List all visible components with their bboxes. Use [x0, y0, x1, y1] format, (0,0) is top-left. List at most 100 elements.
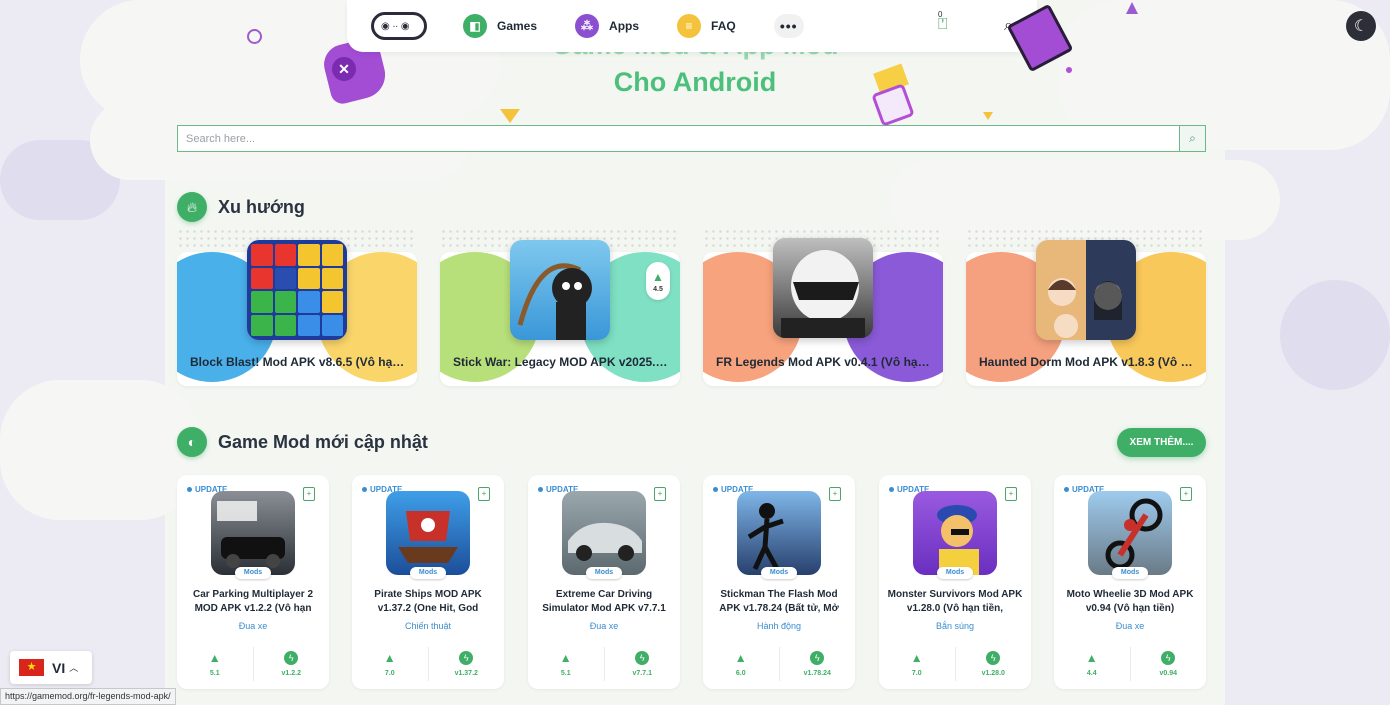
trending-card-title: Haunted Dorm Mod APK v1.8.3 (Vô hạn tiền… [979, 355, 1195, 369]
game-stats: ▲ 5.1 ϟ v7.7.1 [528, 647, 680, 681]
nav-item-label: FAQ [711, 19, 736, 33]
hero-title-line-2: Cho Android [613, 67, 777, 97]
haunted-dorm-characters-art [1048, 278, 1122, 338]
mods-chip: Mods [586, 567, 622, 579]
game-title: Car Parking Multiplayer 2 MOD APK v1.2.2… [192, 589, 314, 614]
bolt-icon: ϟ [986, 651, 1001, 665]
trending-card-title: FR Legends Mod APK v0.4.1 (Vô hạn tiền) [716, 355, 932, 369]
flame-icon: 🔥︎ [177, 192, 207, 222]
game-category[interactable]: Bắn súng [879, 621, 1031, 631]
section-latest-header: ◐ Game Mod mới cập nhật [177, 427, 428, 457]
app-version: v0.94 [1159, 670, 1178, 677]
trending-card-title: Block Blast! Mod APK v8.6.5 (Vô hạn tiền… [190, 355, 406, 369]
android-version: 5.1 [209, 670, 220, 677]
game-card[interactable]: UPDATE + Mods Stickman The Flash Mod APK… [703, 475, 855, 689]
game-category[interactable]: Chiến thuật [352, 621, 504, 631]
bookmark-icon[interactable]: + [829, 487, 841, 501]
android-version: 5.1 [560, 670, 571, 677]
language-switcher[interactable]: VI ︿ [10, 651, 92, 684]
nav-item-apps[interactable]: ⁂ Apps [575, 14, 639, 38]
mods-chip: Mods [235, 567, 271, 579]
trending-card-title: Stick War: Legacy MOD APK v2025.1.x (Vô … [453, 355, 669, 369]
rating-badge: ▲ 4.5 [646, 262, 670, 300]
game-thumbnail-haunted-dorm[interactable] [1036, 240, 1136, 340]
status-bar-url: https://gamemod.org/fr-legends-mod-apk/ [0, 688, 176, 705]
game-thumbnail-block-blast[interactable] [247, 240, 347, 340]
app-version: v1.2.2 [281, 670, 301, 677]
language-code: VI [52, 659, 66, 676]
game-stats: ▲ 6.0 ϟ v1.78.24 [703, 647, 855, 681]
game-thumbnail [211, 491, 295, 575]
android-version: 6.0 [735, 670, 746, 677]
game-stats: ▲ 4.4 ϟ v0.94 [1054, 647, 1206, 681]
bolt-icon: ϟ [284, 651, 299, 665]
android-icon: ▲ [652, 269, 664, 284]
bookmark-icon[interactable]: + [654, 487, 666, 501]
see-more-button[interactable]: XEM THÊM.... [1117, 428, 1206, 457]
game-card[interactable]: UPDATE + Mods Monster Survivors Mod APK … [879, 475, 1031, 689]
nav-item-faq[interactable]: ≡ FAQ [677, 14, 736, 38]
apps-grid-icon: ⁂ [575, 14, 600, 38]
mods-chip: Mods [410, 567, 446, 579]
moon-icon: ☾ [1353, 18, 1369, 35]
app-version: v1.37.2 [454, 670, 478, 677]
game-stats: ▲ 5.1 ϟ v1.2.2 [177, 647, 329, 681]
section-title: Game Mod mới cập nhật [218, 431, 428, 452]
stickman-art [747, 503, 784, 571]
sports-car-art [568, 522, 642, 561]
app-version: v1.28.0 [981, 670, 1005, 677]
gamepad-icon: ◧ [463, 14, 487, 38]
search-bar: ⌕ [177, 125, 1206, 152]
nav-item-label: Games [497, 19, 538, 33]
game-card[interactable]: UPDATE + Mods Extreme Car Driving Simula… [528, 475, 680, 689]
android-icon: ▲ [208, 651, 221, 665]
site-logo[interactable]: ◉ ∙∙ ◉ [371, 12, 427, 40]
decor-triangle [983, 112, 993, 120]
bookmark-icon[interactable]: + [303, 487, 315, 501]
android-icon: ▲ [1085, 651, 1098, 665]
game-thumbnail-fr-legends[interactable] [773, 238, 873, 338]
game-title: Extreme Car Driving Simulator Mod APK v7… [542, 589, 666, 614]
app-version: v7.7.1 [632, 670, 652, 677]
decor-x-icon: ✕ [332, 57, 356, 81]
logo-glyph: ◉ ∙∙ ◉ [381, 20, 410, 32]
bookmark-icon[interactable]: + [478, 487, 490, 501]
decor-triangle [500, 109, 520, 123]
mods-chip: Mods [761, 567, 797, 579]
game-thumbnail-stick-war[interactable] [510, 240, 610, 340]
decor-triangle [1126, 2, 1138, 14]
search-input[interactable] [178, 126, 1179, 151]
game-category[interactable]: Đua xe [1054, 621, 1206, 631]
rating-value: 4.5 [653, 285, 663, 293]
mods-chip: Mods [1112, 567, 1148, 579]
game-category[interactable]: Đua xe [528, 621, 680, 631]
bookmark-icon[interactable]: + [1180, 487, 1192, 501]
bolt-icon: ϟ [635, 651, 650, 665]
game-thumbnail [1088, 491, 1172, 575]
game-thumbnail [737, 491, 821, 575]
stickman-archer-art [517, 263, 592, 340]
android-icon: ▲ [383, 651, 396, 665]
section-title: Xu hướng [218, 196, 305, 217]
game-category[interactable]: Hành động [703, 621, 855, 631]
bookmark-icon[interactable]: + [1005, 487, 1017, 501]
game-card[interactable]: UPDATE + Mods Moto Wheelie 3D Mod APK v0… [1054, 475, 1206, 689]
game-card[interactable]: UPDATE + Mods Car Parking Multiplayer 2 … [177, 475, 329, 689]
more-menu-button[interactable]: ••• [773, 14, 804, 38]
bolt-icon: ϟ [1161, 651, 1176, 665]
dark-mode-toggle[interactable]: ☾ [1346, 11, 1376, 41]
vietnam-flag-icon [19, 659, 44, 676]
search-icon: ⌕ [1189, 131, 1196, 145]
app-version: v1.78.24 [803, 670, 831, 677]
nav-item-games[interactable]: ◧ Games [463, 14, 537, 38]
chevron-up-icon: ︿ [69, 663, 79, 673]
game-thumbnail [562, 491, 646, 575]
mods-chip: Mods [937, 567, 973, 579]
android-icon: ▲ [559, 651, 572, 665]
game-thumbnail [386, 491, 470, 575]
game-category[interactable]: Đua xe [177, 621, 329, 631]
game-card[interactable]: UPDATE + Mods Pirate Ships MOD APK v1.37… [352, 475, 504, 689]
racer-helmet-art [781, 250, 865, 338]
bookmarks-button[interactable]: 0 ⍞ [938, 10, 958, 36]
search-submit-button[interactable]: ⌕ [1179, 126, 1205, 151]
